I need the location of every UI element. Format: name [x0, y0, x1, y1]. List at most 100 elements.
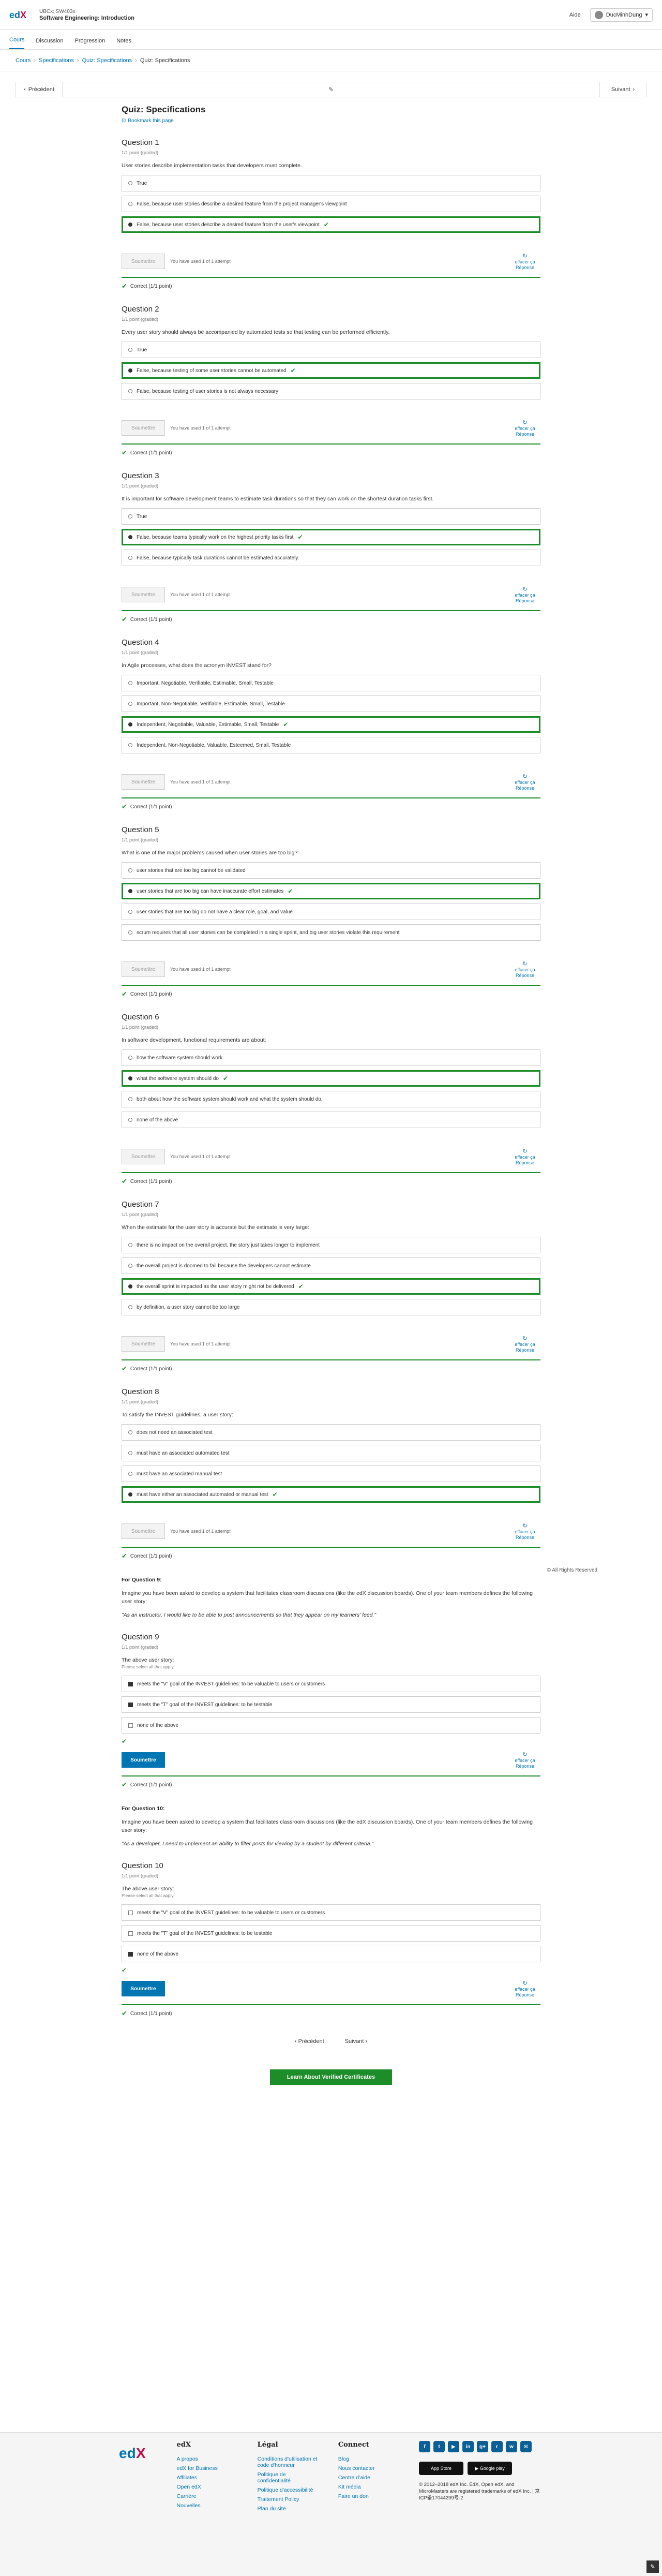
footer-link[interactable]: Faire un don: [338, 2493, 398, 2499]
choice-option[interactable]: scrum requires that all user stories can…: [122, 924, 540, 941]
bottom-previous-button[interactable]: ‹ Précédent: [295, 2038, 324, 2045]
footer-edx-logo[interactable]: ed X: [119, 2443, 156, 2464]
choice-option[interactable]: user stories that are too big cannot be …: [122, 862, 540, 879]
choice-option[interactable]: none of the above: [122, 1112, 540, 1128]
help-link[interactable]: Aide: [569, 12, 581, 18]
next-button[interactable]: Suivant ›: [599, 82, 646, 97]
choice-option[interactable]: False, because testing of user stories i…: [122, 383, 540, 399]
choice-option[interactable]: by definition, a user story cannot be to…: [122, 1299, 540, 1315]
footer-link[interactable]: Kit média: [338, 2484, 398, 2490]
radio-button[interactable]: [128, 181, 132, 185]
footer-link[interactable]: Politique de confidentialité: [258, 2471, 318, 2484]
radio-button[interactable]: [128, 1243, 132, 1247]
reset-answer-button[interactable]: ↻ effacer ça Réponse: [509, 587, 540, 604]
radio-button[interactable]: [128, 1264, 132, 1268]
choice-option[interactable]: what the software system should do ✔: [122, 1070, 540, 1087]
radio-button[interactable]: [128, 1076, 132, 1080]
submit-button[interactable]: Soumettre: [122, 1752, 165, 1768]
footer-link[interactable]: Plan du site: [258, 2506, 318, 2512]
breadcrumb-course[interactable]: Cours: [16, 57, 31, 64]
choice-option[interactable]: False, because typically task durations …: [122, 550, 540, 566]
feedback-icon[interactable]: ✎: [646, 2560, 659, 2573]
footer-link[interactable]: Nous contacter: [338, 2465, 398, 2471]
radio-button[interactable]: [128, 1097, 132, 1101]
edx-logo[interactable]: ed X: [9, 9, 33, 21]
weibo-icon[interactable]: w: [506, 2441, 517, 2452]
tab-progress[interactable]: Progression: [75, 38, 106, 49]
choice-option[interactable]: there is no impact on the overall projec…: [122, 1237, 540, 1253]
submit-button[interactable]: Soumettre: [122, 961, 165, 977]
bookmark-button[interactable]: ⊡ Bookmark this page: [122, 118, 540, 124]
submit-button[interactable]: Soumettre: [122, 587, 165, 602]
radio-button[interactable]: [128, 556, 132, 560]
radio-button[interactable]: [128, 1451, 132, 1455]
reset-answer-button[interactable]: ↻ effacer ça Réponse: [509, 254, 540, 271]
reset-answer-button[interactable]: ↻ effacer ça Réponse: [509, 1149, 540, 1166]
choice-option[interactable]: none of the above: [122, 1946, 540, 1962]
reset-answer-button[interactable]: ↻ effacer ça Réponse: [509, 1523, 540, 1541]
reddit-icon[interactable]: r: [491, 2441, 503, 2452]
radio-button[interactable]: [128, 1056, 132, 1060]
choice-option[interactable]: meets the "T" goal of the INVEST guideli…: [122, 1696, 540, 1713]
footer-link[interactable]: Blog: [338, 2456, 398, 2462]
reset-answer-button[interactable]: ↻ effacer ça Réponse: [509, 1336, 540, 1353]
choice-option[interactable]: False, because user stories describe a d…: [122, 216, 540, 233]
tab-notes[interactable]: Notes: [116, 38, 131, 49]
choice-option[interactable]: none of the above: [122, 1717, 540, 1734]
google-play-badge[interactable]: ▶ Google play: [468, 2462, 512, 2475]
footer-link[interactable]: Nouvelles: [176, 2503, 236, 2509]
radio-button[interactable]: [128, 1492, 132, 1497]
footer-link[interactable]: Affiliates: [176, 2475, 236, 2481]
radio-button[interactable]: [128, 1118, 132, 1122]
footer-link[interactable]: Carrière: [176, 2493, 236, 2499]
footer-link[interactable]: Traitement Policy: [258, 2496, 318, 2503]
footer-link[interactable]: Politique d'accessibilité: [258, 2487, 318, 2493]
bottom-next-button[interactable]: Suivant ›: [345, 2038, 367, 2045]
radio-button[interactable]: [128, 389, 132, 393]
youtube-icon[interactable]: ▶: [448, 2441, 459, 2452]
submit-button[interactable]: Soumettre: [122, 1523, 165, 1539]
radio-button[interactable]: [128, 223, 132, 227]
footer-link[interactable]: A propos: [176, 2456, 236, 2462]
submit-button[interactable]: Soumettre: [122, 420, 165, 436]
choice-option[interactable]: the overall project is doomed to fail be…: [122, 1257, 540, 1274]
footer-link[interactable]: edX for Business: [176, 2465, 236, 2471]
choice-option[interactable]: user stories that are too big do not hav…: [122, 904, 540, 920]
tab-course[interactable]: Cours: [9, 37, 25, 49]
choice-option[interactable]: both about how the software system shoul…: [122, 1091, 540, 1107]
radio-button[interactable]: [128, 743, 132, 747]
reset-answer-button[interactable]: ↻ effacer ça Réponse: [509, 420, 540, 437]
choice-option[interactable]: False, because user stories describe a d…: [122, 196, 540, 212]
breadcrumb-subsection[interactable]: Quiz: Specifications: [82, 57, 132, 64]
choice-option[interactable]: how the software system should work: [122, 1049, 540, 1066]
choice-option[interactable]: must have an associated manual test: [122, 1465, 540, 1482]
radio-button[interactable]: [128, 348, 132, 352]
twitter-icon[interactable]: t: [433, 2441, 445, 2452]
checkbox[interactable]: [128, 1681, 133, 1686]
radio-button[interactable]: [128, 681, 132, 685]
tab-discussion[interactable]: Discussion: [36, 38, 63, 49]
choice-option[interactable]: meets the "V" goal of the INVEST guideli…: [122, 1904, 540, 1921]
choice-option[interactable]: Important, Non-Negotiable, Verifiable, E…: [122, 695, 540, 712]
radio-button[interactable]: [128, 702, 132, 706]
reset-answer-button[interactable]: ↻ effacer ça Réponse: [509, 1752, 540, 1769]
radio-button[interactable]: [128, 535, 132, 539]
reset-answer-button[interactable]: ↻ effacer ça Réponse: [509, 1981, 540, 1998]
submit-button[interactable]: Soumettre: [122, 1981, 165, 1996]
reset-answer-button[interactable]: ↻ effacer ça Réponse: [509, 961, 540, 979]
radio-button[interactable]: [128, 1430, 132, 1434]
radio-button[interactable]: [128, 722, 132, 727]
app-store-badge[interactable]: App Store: [419, 2462, 463, 2475]
radio-button[interactable]: [128, 1305, 132, 1309]
choice-option[interactable]: True: [122, 508, 540, 525]
radio-button[interactable]: [128, 889, 132, 893]
submit-button[interactable]: Soumettre: [122, 1336, 165, 1352]
wechat-icon[interactable]: ✉: [520, 2441, 532, 2452]
checkbox[interactable]: [128, 1702, 133, 1707]
footer-link[interactable]: Conditions d'utilisation et code d'honne…: [258, 2456, 318, 2468]
submit-button[interactable]: Soumettre: [122, 254, 165, 269]
radio-button[interactable]: [128, 910, 132, 914]
choice-option[interactable]: True: [122, 342, 540, 358]
user-menu-button[interactable]: DucMinhDung ▾: [590, 8, 653, 22]
radio-button[interactable]: [128, 202, 132, 206]
